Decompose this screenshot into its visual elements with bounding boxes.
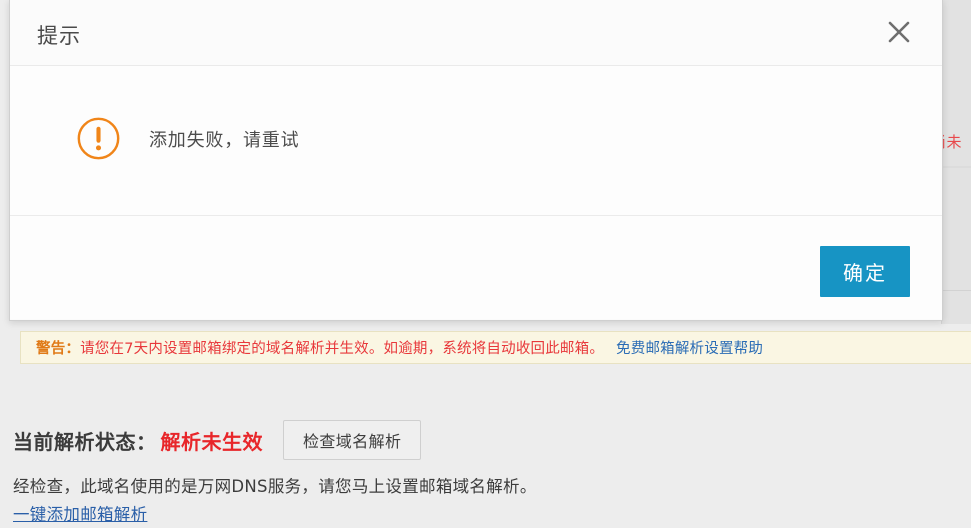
- close-icon: [888, 21, 910, 43]
- dialog-message-row: 添加失败，请重试: [76, 116, 299, 161]
- exclamation-circle-icon: [77, 117, 120, 160]
- warning-bar-label: 警告：: [36, 341, 81, 357]
- resolution-status-label: 当前解析状态：: [13, 429, 157, 454]
- alert-dialog: 提示 添加失败，请重试 确定: [9, 0, 943, 321]
- dialog-body: 添加失败，请重试: [10, 66, 942, 216]
- check-domain-resolution-button[interactable]: 检查域名解析: [283, 420, 422, 460]
- dialog-message-text: 添加失败，请重试: [149, 129, 300, 151]
- resolution-status-row: 当前解析状态： 解析未生效 检查域名解析: [13, 420, 422, 460]
- background-panel-divider-lower: [941, 290, 971, 291]
- warning-bar-help-link[interactable]: 免费邮箱解析设置帮助: [616, 337, 763, 358]
- resolution-status-value: 解析未生效: [160, 429, 263, 454]
- warning-bar-text: 请您在7天内设置邮箱绑定的域名解析并生效。如逾期，系统将自动收回此邮箱。: [80, 341, 605, 357]
- background-panel-divider-upper: [941, 166, 971, 168]
- close-button[interactable]: [882, 15, 916, 49]
- resolution-description-text: 经检查，此域名使用的是万网DNS服务，请您马上设置邮箱域名解析。: [13, 477, 537, 496]
- background-panel-edge: [941, 0, 971, 324]
- one-click-add-mail-resolution-link[interactable]: 一键添加邮箱解析: [13, 501, 147, 525]
- page-root: 尚未 警告： 请您在7天内设置邮箱绑定的域名解析并生效。如逾期，系统将自动收回此…: [0, 0, 971, 528]
- warning-bar: 警告： 请您在7天内设置邮箱绑定的域名解析并生效。如逾期，系统将自动收回此邮箱。…: [20, 331, 971, 364]
- dialog-footer: 确定: [10, 216, 942, 319]
- dialog-header: 提示: [10, 0, 942, 66]
- confirm-button[interactable]: 确定: [820, 246, 910, 297]
- dialog-title: 提示: [37, 24, 81, 48]
